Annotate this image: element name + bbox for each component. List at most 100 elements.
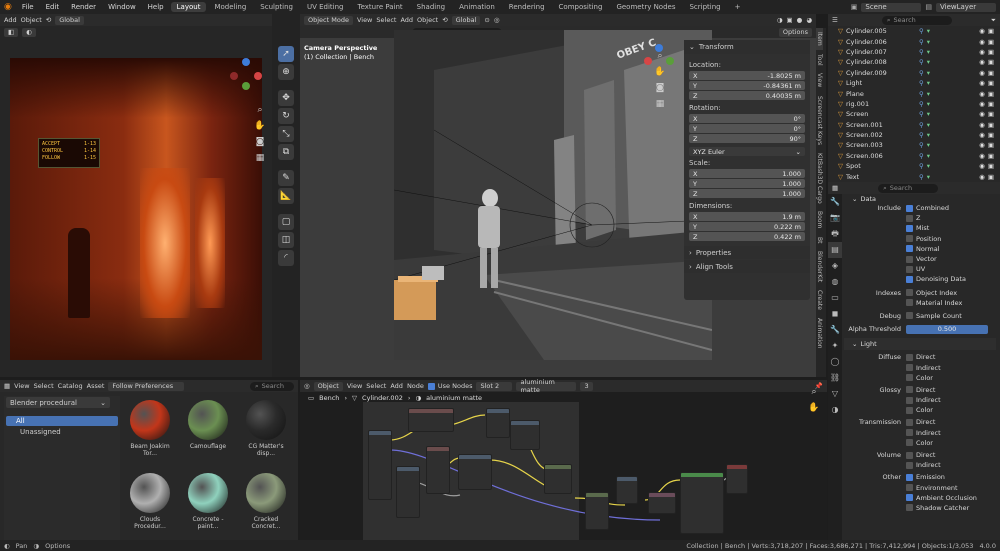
tab-layout[interactable]: Layout bbox=[170, 2, 207, 12]
viewlayer-selector[interactable]: ViewLayer bbox=[936, 2, 996, 12]
menu-render[interactable]: Render bbox=[66, 3, 101, 11]
menu-asset[interactable]: Asset bbox=[87, 382, 105, 390]
visibility-eye-icon[interactable]: ◉ bbox=[979, 38, 985, 46]
cursor-tool-icon[interactable]: ⊕ bbox=[278, 64, 294, 80]
tab-view[interactable]: View bbox=[816, 69, 823, 91]
pass-checkbox[interactable] bbox=[906, 451, 916, 459]
tab-animation[interactable]: Animation bbox=[453, 2, 501, 12]
tab-geometry-nodes[interactable]: Geometry Nodes bbox=[610, 2, 681, 12]
pass-checkbox[interactable] bbox=[906, 204, 916, 212]
pass-checkbox[interactable] bbox=[906, 473, 916, 481]
pass-checkbox[interactable] bbox=[906, 265, 916, 273]
outliner-row[interactable]: ▽ Screen.006 ⚲ ▾ ◉ ▣ bbox=[828, 151, 1000, 161]
camera-render-icon[interactable]: ▣ bbox=[988, 162, 1000, 170]
pass-checkbox[interactable] bbox=[906, 396, 916, 404]
pass-checkbox[interactable] bbox=[906, 494, 916, 502]
pass-checkbox[interactable] bbox=[906, 439, 916, 447]
outliner-row[interactable]: ▽ Cylinder.008 ⚲ ▾ ◉ ▣ bbox=[828, 57, 1000, 67]
pass-checkbox[interactable] bbox=[906, 312, 916, 320]
camera-render-icon[interactable]: ▣ bbox=[988, 58, 1000, 66]
pass-checkbox[interactable] bbox=[906, 224, 916, 232]
tab-texture-paint[interactable]: Texture Paint bbox=[352, 2, 409, 12]
pass-checkbox[interactable] bbox=[906, 418, 916, 426]
scene-selector[interactable]: Scene bbox=[861, 2, 922, 12]
select-mode-icon[interactable]: ◧ bbox=[4, 27, 19, 37]
camera-render-icon[interactable]: ▣ bbox=[988, 100, 1000, 108]
light-section-header[interactable]: ⌄ Light bbox=[844, 338, 996, 351]
select-tool-icon[interactable]: ➚ bbox=[278, 46, 294, 62]
tab-sculpting[interactable]: Sculpting bbox=[254, 2, 299, 12]
tab-item[interactable]: Item bbox=[816, 28, 823, 50]
options-dropdown[interactable]: Options bbox=[778, 27, 812, 37]
shading-solid-icon[interactable]: ● bbox=[797, 16, 803, 24]
visibility-eye-icon[interactable]: ◉ bbox=[979, 79, 985, 87]
object-tab-icon[interactable]: ◼ bbox=[828, 306, 842, 322]
outliner-row[interactable]: ▽ Cylinder.007 ⚲ ▾ ◉ ▣ bbox=[828, 47, 1000, 57]
dimension-x-field[interactable]: X 1.9 m bbox=[689, 212, 805, 221]
node[interactable] bbox=[648, 492, 676, 514]
outliner-row[interactable]: ▽ Screen ⚲ ▾ ◉ ▣ bbox=[828, 109, 1000, 119]
pass-checkbox[interactable] bbox=[906, 364, 916, 372]
menu-select[interactable]: Select bbox=[34, 382, 54, 390]
node[interactable] bbox=[510, 420, 540, 450]
camera-render-icon[interactable]: ▣ bbox=[988, 110, 1000, 118]
node[interactable] bbox=[616, 476, 638, 504]
annotate-tool-icon[interactable]: ✎ bbox=[278, 170, 294, 186]
view-layer-tab-icon[interactable]: ▤ bbox=[828, 242, 842, 258]
outliner-row[interactable]: ▽ Light ⚲ ▾ ◉ ▣ bbox=[828, 78, 1000, 88]
zoom-icon[interactable]: ⌕ bbox=[253, 102, 267, 118]
pass-checkbox[interactable] bbox=[906, 245, 916, 253]
tab-tool[interactable]: Tool bbox=[816, 50, 823, 70]
pass-checkbox[interactable] bbox=[906, 214, 916, 222]
visibility-eye-icon[interactable]: ◉ bbox=[979, 100, 985, 108]
scale-tool-icon[interactable]: ⤡ bbox=[278, 126, 294, 142]
material-tab-icon[interactable]: ◑ bbox=[828, 402, 842, 418]
visibility-eye-icon[interactable]: ◉ bbox=[979, 131, 985, 139]
visibility-eye-icon[interactable]: ◉ bbox=[979, 121, 985, 129]
asset-tile[interactable]: Cracked Concret... bbox=[240, 471, 292, 540]
transform-panel-header[interactable]: ⌄ Transform bbox=[684, 40, 810, 54]
camera-render-icon[interactable]: ▣ bbox=[988, 27, 1000, 35]
visibility-eye-icon[interactable]: ◉ bbox=[979, 90, 985, 98]
tab-boom[interactable]: Boom bbox=[816, 207, 823, 232]
extrude-tool-icon[interactable]: ◫ bbox=[278, 232, 294, 248]
camera-view-icon[interactable]: ◙ bbox=[650, 80, 670, 96]
visibility-eye-icon[interactable]: ◉ bbox=[979, 110, 985, 118]
pass-checkbox[interactable] bbox=[906, 289, 916, 297]
pass-checkbox[interactable] bbox=[906, 255, 916, 263]
outliner-search[interactable]: ⌕ Search bbox=[881, 15, 952, 25]
tab-kitbash[interactable]: KitBash3D Cargo bbox=[816, 149, 823, 208]
zoom-icon[interactable]: ⌕ bbox=[804, 384, 824, 400]
location-y-field[interactable]: Y -0.84361 m bbox=[689, 81, 805, 90]
pan-hand-icon[interactable]: ✋ bbox=[253, 118, 267, 134]
filter-icon[interactable]: ⏷ bbox=[991, 16, 996, 25]
outliner-row[interactable]: ▽ Cylinder.005 ⚲ ▾ ◉ ▣ bbox=[828, 26, 1000, 36]
dimension-z-field[interactable]: Z 0.422 m bbox=[689, 232, 805, 241]
material-output-node[interactable] bbox=[726, 464, 748, 494]
alpha-threshold-slider[interactable]: 0.500 bbox=[906, 324, 988, 334]
mode-dropdown[interactable]: Object Mode bbox=[304, 15, 353, 25]
shading-material-icon[interactable]: ◕ bbox=[806, 16, 812, 24]
tab-uv-editing[interactable]: UV Editing bbox=[301, 2, 350, 12]
camera-icon[interactable]: ◙ bbox=[253, 134, 267, 150]
orientation-dropdown[interactable]: Global bbox=[451, 15, 481, 25]
asset-tile[interactable]: Camouflage bbox=[182, 398, 234, 467]
navigation-gizmo[interactable] bbox=[644, 44, 674, 74]
add-workspace-button[interactable]: + bbox=[729, 2, 747, 12]
pass-checkbox[interactable] bbox=[906, 429, 916, 437]
data-tab-icon[interactable]: ▽ bbox=[828, 386, 842, 402]
output-tab-icon[interactable]: 🖶 bbox=[828, 226, 842, 242]
outliner-row[interactable]: ▽ Screen.003 ⚲ ▾ ◉ ▣ bbox=[828, 140, 1000, 150]
asset-tile[interactable]: Beam Joakim Tor... bbox=[124, 398, 176, 467]
rotate-tool-icon[interactable]: ↻ bbox=[278, 108, 294, 124]
node[interactable] bbox=[368, 430, 392, 500]
modifier-tab-icon[interactable]: 🔧 bbox=[828, 322, 842, 338]
pass-checkbox[interactable] bbox=[906, 235, 916, 243]
blender-logo-icon[interactable]: ◉ bbox=[4, 2, 15, 12]
asset-tile[interactable]: Concrete - paint... bbox=[182, 471, 234, 540]
world-tab-icon[interactable]: ◍ bbox=[828, 274, 842, 290]
node[interactable] bbox=[458, 454, 492, 490]
scale-x-field[interactable]: X 1.000 bbox=[689, 169, 805, 178]
outliner-editor-icon[interactable]: ☰ bbox=[832, 16, 838, 24]
menu-view[interactable]: View bbox=[14, 382, 29, 390]
